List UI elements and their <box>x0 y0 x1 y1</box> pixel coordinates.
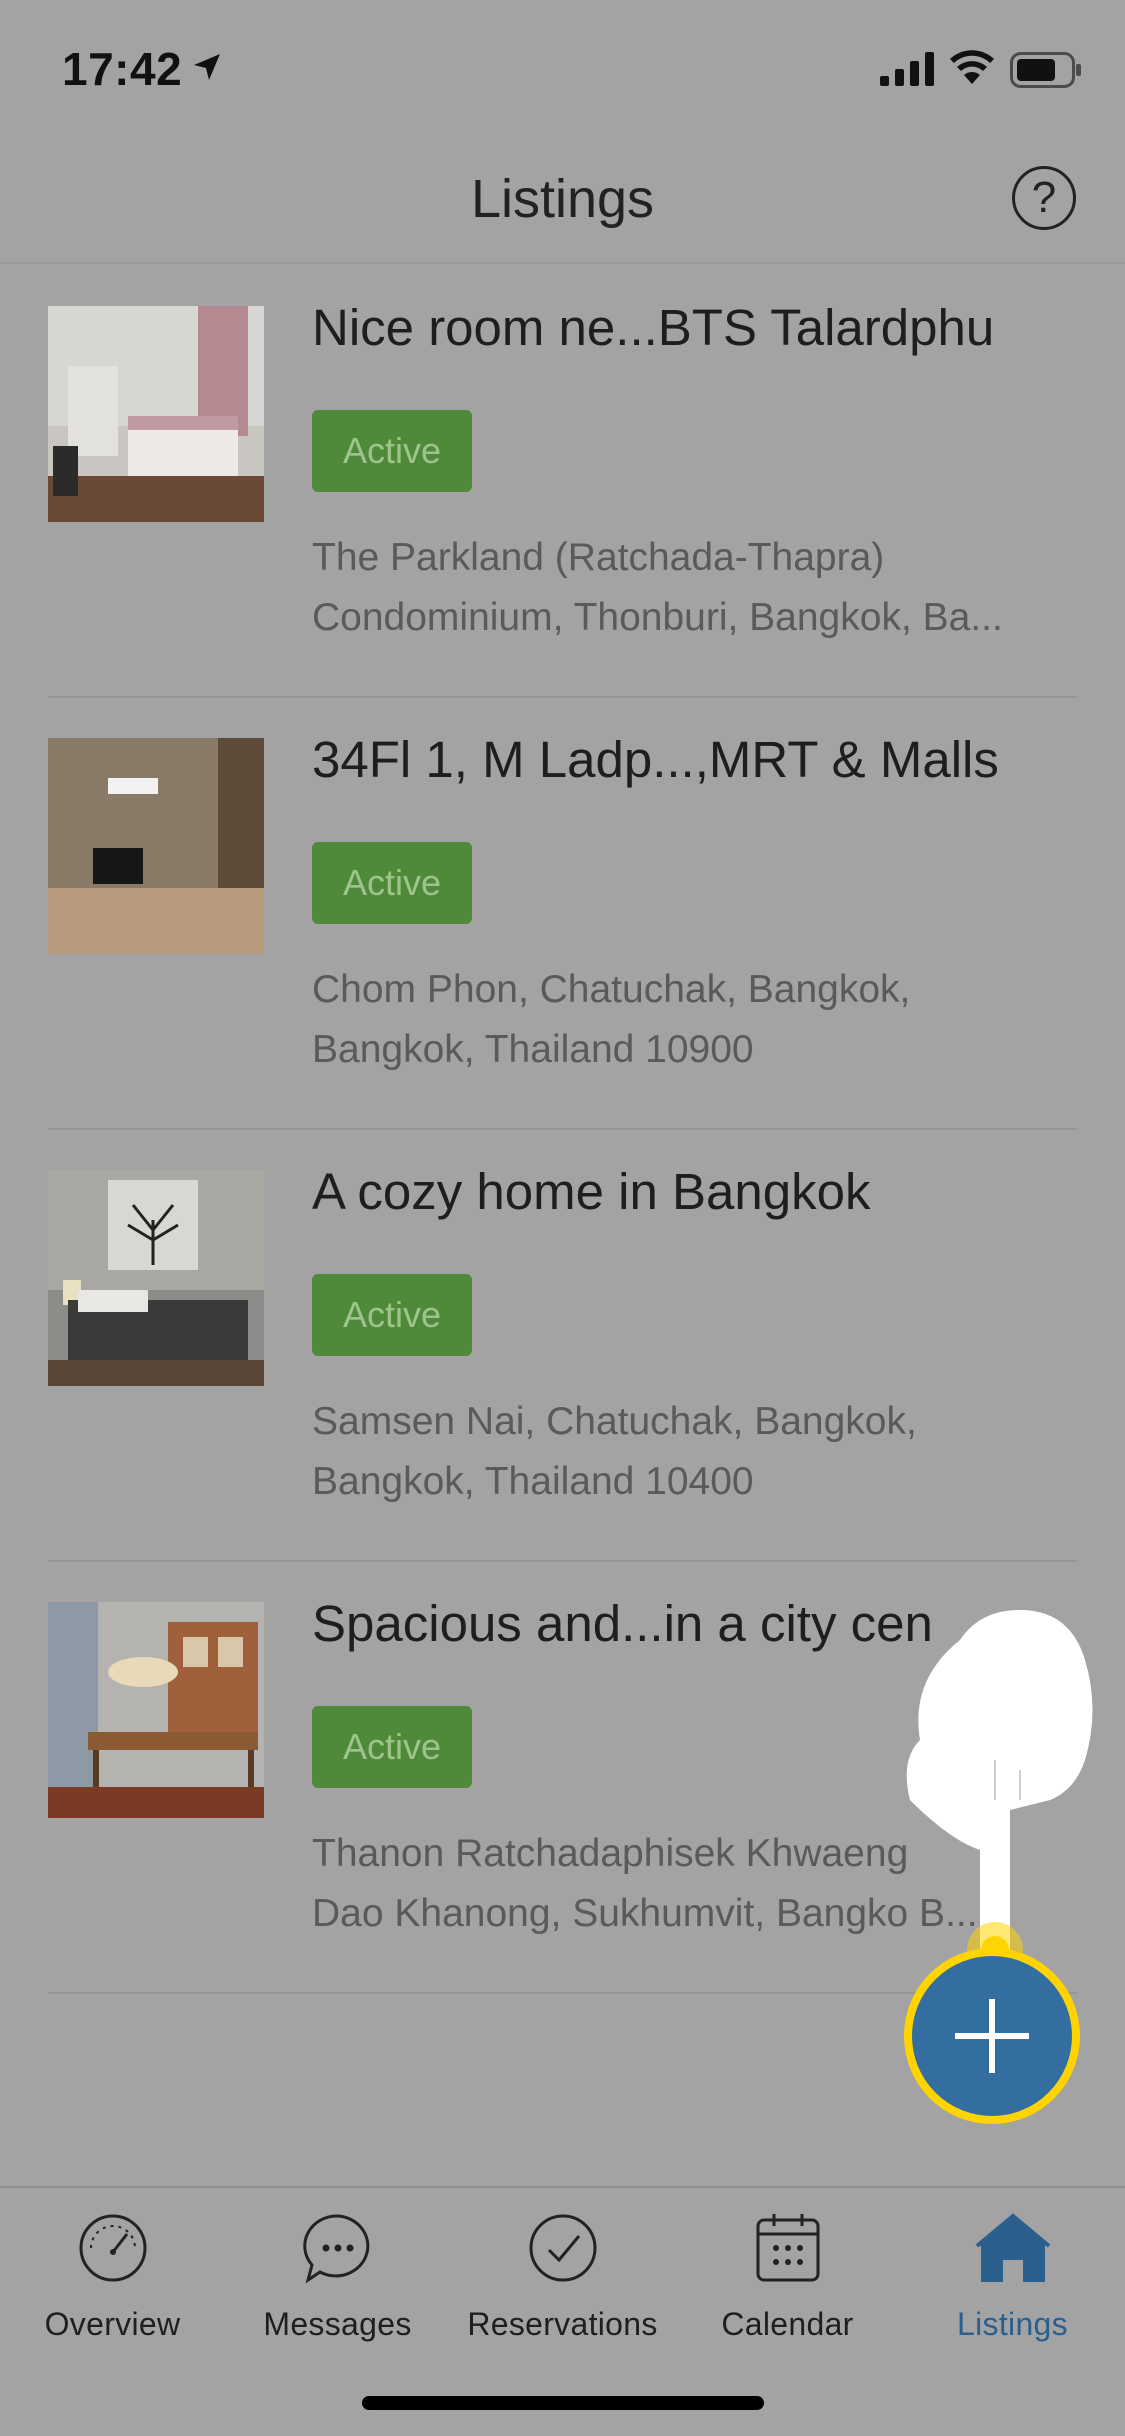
tab-label: Reservations <box>467 2306 658 2342</box>
listing-item[interactable]: 34Fl 1, M Ladp...,MRT & Malls Active Cho… <box>0 698 1125 1130</box>
gauge-icon <box>79 2214 146 2282</box>
page-title: Listings <box>470 169 655 229</box>
header: Listings ? <box>0 140 1125 264</box>
address-line: Chom Phon, Chatuchak, Bangkok, <box>312 968 911 1011</box>
check-circle-icon <box>529 2214 596 2282</box>
listing-photo <box>48 1170 264 1386</box>
listing-address: Samsen Nai, Chatuchak, Bangkok, Bangkok,… <box>312 1392 1072 1512</box>
address-line: Bangkok, Thailand 10400 <box>312 1460 754 1503</box>
listing-photo <box>48 738 264 954</box>
tab-calendar[interactable]: Calendar <box>675 2210 900 2343</box>
tab-reservations[interactable]: Reservations <box>450 2210 675 2343</box>
listing-title: Nice room ne...BTS Talardphu <box>312 299 995 356</box>
add-listing-button[interactable] <box>904 1948 1080 2124</box>
address-line: Samsen Nai, Chatuchak, Bangkok, <box>312 1400 917 1443</box>
status-badge: Active <box>312 842 472 924</box>
plus-icon <box>955 1999 1029 2073</box>
listing-title: A cozy home in Bangkok <box>312 1163 871 1220</box>
tab-label: Overview <box>44 2306 181 2342</box>
tab-overview[interactable]: Overview <box>0 2210 225 2343</box>
status-time: 17:42 <box>62 43 183 95</box>
chat-bubble-icon <box>302 2214 369 2284</box>
help-button[interactable]: ? <box>1012 166 1076 230</box>
calendar-icon <box>756 2214 819 2282</box>
home-indicator <box>362 2396 764 2410</box>
cellular-signal-icon <box>880 52 934 86</box>
tap-hand-icon <box>906 1610 1093 1960</box>
address-line: Condominium, Thonburi, Bangkok, Ba... <box>312 596 1003 639</box>
listing-address: Chom Phon, Chatuchak, Bangkok, Bangkok, … <box>312 960 1072 1080</box>
listing-photo <box>48 306 264 522</box>
listing-title: 34Fl 1, M Ladp...,MRT & Malls <box>312 731 999 788</box>
wifi-icon <box>950 50 994 84</box>
battery-icon <box>1010 52 1081 88</box>
tab-label: Messages <box>263 2306 412 2342</box>
home-icon <box>975 2213 1050 2282</box>
status-badge: Active <box>312 1274 472 1356</box>
address-line: Bangkok, Thailand 10900 <box>312 1028 754 1071</box>
status-badge: Active <box>312 1706 472 1788</box>
listing-photo <box>48 1602 264 1818</box>
address-line: The Parkland (Ratchada-Thapra) <box>312 536 885 579</box>
listing-item[interactable]: Nice room ne...BTS Talardphu Active The … <box>0 266 1125 698</box>
tab-messages[interactable]: Messages <box>225 2210 450 2343</box>
tab-listings[interactable]: Listings <box>900 2210 1125 2343</box>
listing-address: The Parkland (Ratchada-Thapra) Condomini… <box>312 528 1072 648</box>
listing-item[interactable]: A cozy home in Bangkok Active Samsen Nai… <box>0 1130 1125 1562</box>
tab-label: Calendar <box>721 2306 854 2342</box>
location-arrow-icon <box>194 54 220 80</box>
status-badge: Active <box>312 410 472 492</box>
tab-label: Listings <box>957 2306 1068 2342</box>
status-bar: 17:42 <box>0 0 1125 140</box>
